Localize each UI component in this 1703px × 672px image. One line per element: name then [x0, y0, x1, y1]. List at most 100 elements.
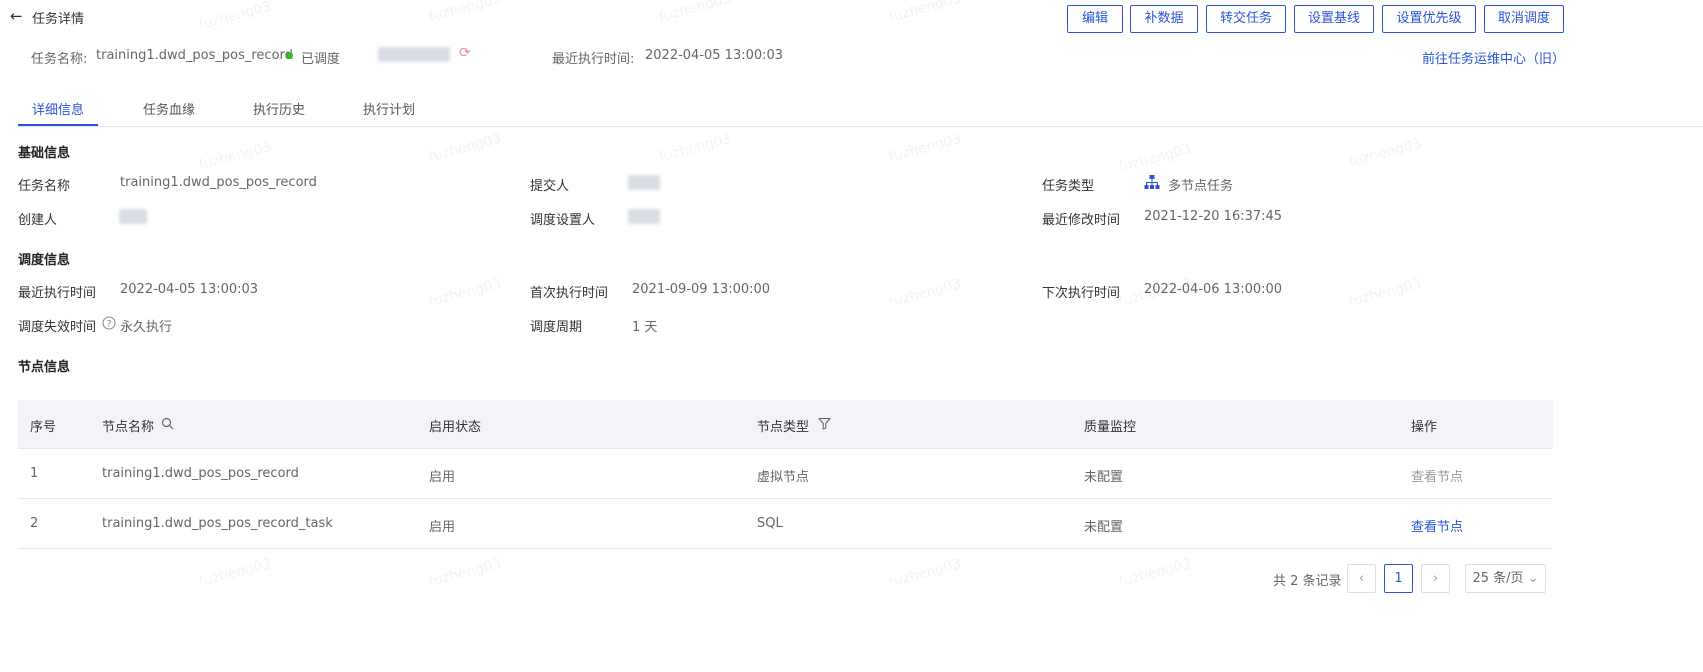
col-action: 操作 — [1411, 420, 1438, 435]
filter-icon[interactable] — [818, 417, 831, 430]
modified-value: 2021-12-20 16:37:45 — [1144, 209, 1283, 224]
task-name-header-value: training1.dwd_pos_pos_record — [96, 48, 293, 63]
row-divider — [18, 448, 1553, 449]
schedule-info-heading: 调度信息 — [18, 253, 71, 268]
search-icon[interactable] — [161, 417, 174, 430]
transfer-task-button[interactable]: 转交任务 — [1206, 5, 1286, 33]
watermark: fuzheng03 — [887, 0, 964, 26]
modified-label: 最近修改时间 — [1042, 213, 1121, 228]
svg-text:?: ? — [107, 320, 112, 330]
next-exec-label: 下次执行时间 — [1042, 286, 1121, 301]
watermark: fuzheng03 — [427, 130, 504, 166]
task-name-label: 任务名称 — [18, 179, 71, 194]
refresh-icon[interactable]: ⟳ — [459, 45, 471, 61]
row2-no: 2 — [30, 516, 39, 531]
redacted-owner — [378, 47, 450, 62]
backfill-data-button[interactable]: 补数据 — [1130, 5, 1198, 33]
row1-status: 启用 — [429, 470, 456, 485]
col-no: 序号 — [30, 420, 57, 435]
last-exec-header-label: 最近执行时间: — [552, 52, 635, 67]
watermark: fuzheng03 — [1117, 555, 1194, 591]
period-value: 1 天 — [632, 320, 658, 335]
row2-quality: 未配置 — [1084, 520, 1124, 535]
page-1-button[interactable]: 1 — [1384, 564, 1413, 593]
task-name-value: training1.dwd_pos_pos_record — [120, 175, 317, 190]
col-enable-status: 启用状态 — [429, 420, 482, 435]
scheduler-label: 调度设置人 — [530, 213, 596, 228]
redacted-creator — [119, 209, 147, 224]
watermark: fuzheng03 — [197, 138, 274, 174]
row1-type: 虚拟节点 — [757, 470, 810, 485]
page-size-value: 25 条/页 — [1472, 571, 1524, 586]
creator-label: 创建人 — [18, 213, 58, 228]
tab-details[interactable]: 详细信息 — [32, 99, 84, 118]
watermark: fuzheng03 — [657, 0, 734, 26]
status-dot — [286, 52, 293, 59]
watermark: fuzheng03 — [887, 130, 964, 166]
row2-name: training1.dwd_pos_pos_record_task — [102, 516, 333, 531]
set-priority-button[interactable]: 设置优先级 — [1382, 5, 1476, 33]
last-exec-header-value: 2022-04-05 13:00:03 — [645, 48, 784, 63]
prev-page-button[interactable]: ‹ — [1347, 564, 1376, 593]
task-type-label: 任务类型 — [1042, 179, 1095, 194]
row2-status: 启用 — [429, 520, 456, 535]
cancel-schedule-button[interactable]: 取消调度 — [1484, 5, 1564, 33]
tab-exec-history[interactable]: 执行历史 — [253, 99, 305, 118]
col-node-name: 节点名称 — [102, 420, 155, 435]
redacted-submitter — [628, 175, 660, 190]
row2-type: SQL — [757, 516, 783, 531]
pagination-total: 共 2 条记录 — [1273, 574, 1342, 589]
tab-lineage[interactable]: 任务血缘 — [143, 99, 195, 118]
watermark: fuzheng03 — [427, 555, 504, 591]
edit-button[interactable]: 编辑 — [1067, 5, 1123, 33]
tabs-divider — [18, 126, 1703, 127]
watermark: fuzheng03 — [197, 555, 274, 591]
set-baseline-button[interactable]: 设置基线 — [1294, 5, 1374, 33]
watermark: fuzheng03 — [1347, 275, 1424, 311]
row-divider — [18, 498, 1553, 499]
watermark: fuzheng03 — [427, 0, 504, 26]
watermark: fuzheng03 — [197, 0, 274, 34]
tab-active-indicator — [18, 124, 98, 126]
chevron-down-icon: ⌄ — [1523, 571, 1539, 586]
page-size-select[interactable]: 25 条/页 ⌄ — [1465, 564, 1546, 593]
first-exec-label: 首次执行时间 — [530, 286, 609, 301]
next-exec-value: 2022-04-06 13:00:00 — [1144, 282, 1283, 297]
watermark: fuzheng03 — [657, 130, 734, 166]
col-node-type: 节点类型 — [757, 420, 810, 435]
first-exec-value: 2021-09-09 13:00:00 — [632, 282, 771, 297]
row-divider — [18, 548, 1553, 549]
basic-info-heading: 基础信息 — [18, 146, 71, 161]
last-exec-value: 2022-04-05 13:00:03 — [120, 282, 259, 297]
next-page-button[interactable]: › — [1421, 564, 1450, 593]
chevron-left-icon: ‹ — [1358, 571, 1365, 586]
back-arrow-icon[interactable]: ← — [10, 7, 23, 25]
tab-exec-plan[interactable]: 执行计划 — [363, 99, 415, 118]
ops-center-link[interactable]: 前往任务运维中心（旧） — [1422, 48, 1565, 67]
task-name-header-label: 任务名称: — [31, 52, 88, 67]
row2-view-node-link[interactable]: 查看节点 — [1411, 516, 1463, 535]
period-label: 调度周期 — [530, 320, 583, 335]
row1-no: 1 — [30, 466, 39, 481]
page-title: 任务详情 — [32, 12, 85, 27]
watermark: fuzheng03 — [887, 555, 964, 591]
status-badge: 已调度 — [301, 52, 341, 67]
row1-view-node-link[interactable]: 查看节点 — [1411, 466, 1463, 485]
redacted-scheduler — [628, 209, 660, 224]
submitter-label: 提交人 — [530, 179, 570, 194]
last-exec-label: 最近执行时间 — [18, 286, 97, 301]
task-type-value: 多节点任务 — [1168, 179, 1234, 194]
expire-label: 调度失效时间 — [18, 320, 97, 335]
row1-quality: 未配置 — [1084, 470, 1124, 485]
watermark: fuzheng03 — [1117, 140, 1194, 176]
hierarchy-icon — [1144, 175, 1160, 189]
node-info-heading: 节点信息 — [18, 360, 71, 375]
watermark: fuzheng03 — [1347, 135, 1424, 171]
row1-name: training1.dwd_pos_pos_record — [102, 466, 299, 481]
col-quality: 质量监控 — [1084, 420, 1137, 435]
watermark: fuzheng03 — [887, 275, 964, 311]
help-circle-icon[interactable]: ? — [102, 316, 116, 330]
chevron-right-icon: › — [1432, 571, 1439, 586]
watermark: fuzheng03 — [427, 275, 504, 311]
expire-value: 永久执行 — [120, 320, 173, 335]
